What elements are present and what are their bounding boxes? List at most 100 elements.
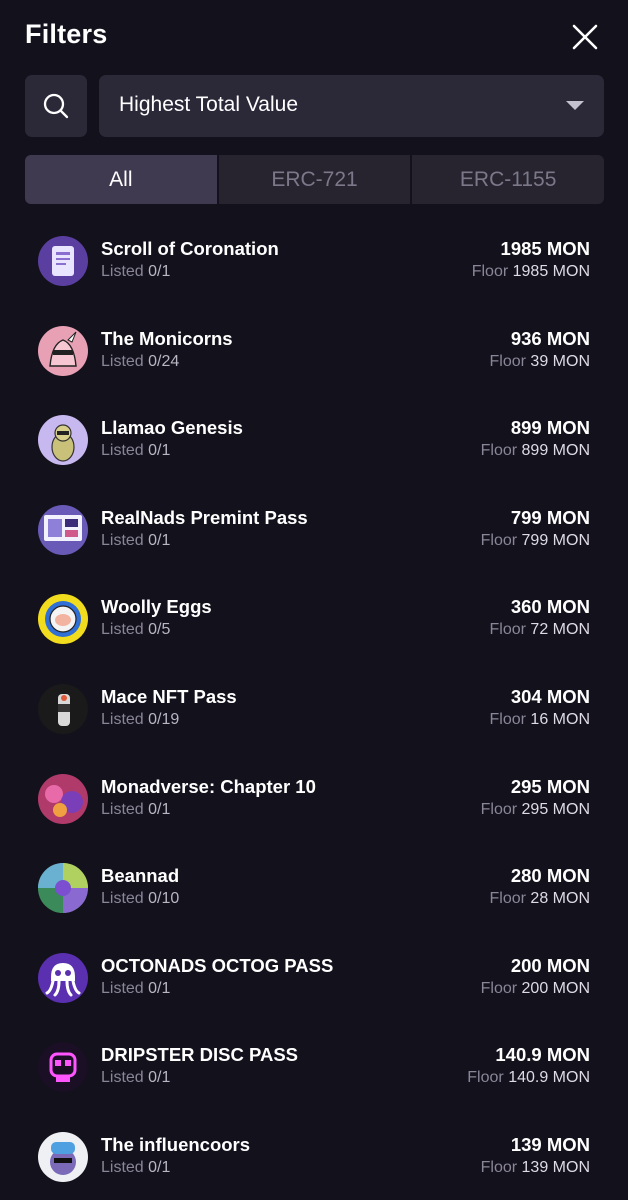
collection-name: OCTONADS OCTOG PASS — [101, 954, 334, 976]
total-value: 139 MON — [510, 1133, 590, 1155]
floor-price: Floor 799 MON — [481, 532, 590, 550]
caret-down-icon — [566, 101, 584, 110]
collection-name: Scroll of Coronation — [101, 238, 279, 259]
total-value: 295 MON — [510, 775, 590, 797]
tab-erc-1155[interactable]: ERC-1155 — [410, 155, 604, 204]
collection-row[interactable]: DRIPSTER DISC PASS Listed 0/1 140.9 MON Flo… — [0, 1029, 628, 1119]
floor-value: 799 MON — [521, 531, 590, 549]
collection-name: DRIPSTER DISC PASS — [101, 1044, 299, 1066]
floor-label: Floor — [480, 800, 518, 818]
total-value: 200 MON — [510, 954, 590, 976]
listed-value: 0/1 — [148, 800, 171, 818]
listed-value: 0/10 — [148, 890, 180, 908]
collection-avatar — [38, 683, 88, 734]
listed-count: Listed 0/24 — [101, 353, 179, 371]
floor-value: 72 MON — [530, 621, 590, 639]
floor-price: Floor 16 MON — [490, 711, 590, 729]
floor-price: Floor 72 MON — [490, 621, 590, 639]
floor-value: 16 MON — [530, 710, 590, 728]
search-icon — [43, 93, 69, 119]
floor-price: Floor 295 MON — [481, 801, 590, 819]
listed-label: Listed — [101, 979, 144, 997]
collection-avatar — [38, 236, 88, 286]
collection-name: Monadverse: Chapter 10 — [101, 775, 316, 797]
listed-count: Listed 0/1 — [101, 980, 170, 998]
floor-value: 140.9 MON — [508, 1069, 590, 1087]
floor-price: Floor 39 MON — [490, 353, 590, 371]
collection-row[interactable]: Scroll of Coronation Listed 0/1 1985 MON Fl… — [0, 223, 628, 313]
listed-value: 0/1 — [148, 979, 171, 997]
listed-count: Listed 0/1 — [101, 532, 170, 550]
listed-count: Listed 0/10 — [101, 890, 179, 908]
collection-row[interactable]: The influencoors Listed 0/1 139 MON Floor 1… — [0, 1119, 628, 1200]
floor-label: Floor — [489, 710, 526, 728]
floor-value: 1985 MON — [512, 263, 590, 280]
listed-label: Listed — [101, 531, 144, 549]
collection-row[interactable]: Woolly Eggs Listed 0/5 360 MON Floor 72 MON — [0, 581, 628, 671]
listed-label: Listed — [101, 442, 144, 460]
collection-name: RealNads Premint Pass — [101, 506, 308, 528]
floor-value: 200 MON — [521, 979, 590, 997]
collection-name: The influencoors — [101, 1133, 251, 1155]
search-button[interactable] — [25, 75, 87, 137]
listed-value: 0/1 — [148, 263, 171, 280]
tab-erc-721[interactable]: ERC-721 — [216, 155, 411, 204]
collection-avatar — [38, 773, 88, 824]
listed-count: Listed 0/5 — [101, 621, 170, 639]
total-value: 360 MON — [510, 596, 590, 618]
listed-count: Listed 0/1 — [101, 263, 170, 281]
collection-row[interactable]: Llamao Genesis Listed 0/1 899 MON Floor 899… — [0, 402, 628, 492]
total-value: 304 MON — [510, 685, 590, 707]
listed-label: Listed — [101, 890, 144, 908]
listed-count: Listed 0/19 — [101, 711, 179, 729]
collection-row[interactable]: Monadverse: Chapter 10 Listed 0/1 295 MON F… — [0, 761, 628, 851]
collection-avatar — [38, 415, 88, 466]
total-value: 899 MON — [510, 417, 590, 439]
listed-count: Listed 0/1 — [101, 1159, 170, 1177]
floor-label: Floor — [489, 890, 526, 908]
listed-count: Listed 0/1 — [101, 442, 170, 460]
listed-value: 0/5 — [148, 621, 171, 639]
close-button[interactable] — [566, 18, 604, 56]
floor-label: Floor — [480, 531, 518, 549]
listed-label: Listed — [101, 710, 144, 728]
listed-value: 0/24 — [148, 352, 180, 370]
listed-value: 0/1 — [148, 1158, 171, 1176]
collection-list: Scroll of Coronation Listed 0/1 1985 MON Fl… — [0, 223, 628, 1200]
floor-price: Floor 899 MON — [481, 442, 590, 460]
collection-avatar — [38, 1131, 88, 1182]
collection-row[interactable]: The Monicorns Listed 0/24 936 MON Floor 39 … — [0, 313, 628, 403]
collection-row[interactable]: Mace NFT Pass Listed 0/19 304 MON Floor 16 … — [0, 671, 628, 761]
collection-avatar — [38, 863, 88, 914]
floor-label: Floor — [489, 621, 526, 639]
floor-price: Floor 139 MON — [481, 1159, 590, 1177]
total-value: 799 MON — [510, 506, 590, 528]
floor-label: Floor — [480, 1158, 518, 1176]
sort-dropdown[interactable]: Highest Total Value — [99, 75, 604, 137]
collection-row[interactable]: OCTONADS OCTOG PASS Listed 0/1 200 MON Floo… — [0, 940, 628, 1030]
filters-panel: Filters Highest Total Value All ERC-721 … — [0, 0, 628, 1200]
collection-row[interactable]: Beannad Listed 0/10 280 MON Floor 28 MON — [0, 850, 628, 940]
listed-label: Listed — [101, 800, 144, 818]
floor-label: Floor — [480, 979, 518, 997]
floor-label: Floor — [489, 352, 526, 370]
header: Filters — [0, 0, 628, 74]
collection-name: The Monicorns — [101, 327, 233, 349]
listed-label: Listed — [101, 1158, 144, 1176]
floor-price: Floor 140.9 MON — [467, 1069, 590, 1087]
collection-name: Woolly Eggs — [101, 596, 212, 618]
total-value: 936 MON — [510, 327, 590, 349]
listed-value: 0/1 — [148, 1069, 171, 1087]
collection-name: Llamao Genesis — [101, 417, 243, 439]
floor-label: Floor — [467, 1069, 504, 1087]
floor-value: 295 MON — [521, 800, 590, 818]
floor-price: Floor 28 MON — [490, 890, 590, 908]
page-title: Filters — [25, 19, 108, 49]
tab-all[interactable]: All — [25, 155, 217, 204]
collection-row[interactable]: RealNads Premint Pass Listed 0/1 799 MON Fl… — [0, 492, 628, 582]
floor-value: 139 MON — [521, 1158, 590, 1176]
listed-label: Listed — [101, 1069, 144, 1087]
token-standard-tabs: All ERC-721 ERC-1155 — [25, 155, 604, 204]
collection-avatar — [38, 504, 88, 555]
floor-price: Floor 1985 MON — [472, 263, 590, 281]
